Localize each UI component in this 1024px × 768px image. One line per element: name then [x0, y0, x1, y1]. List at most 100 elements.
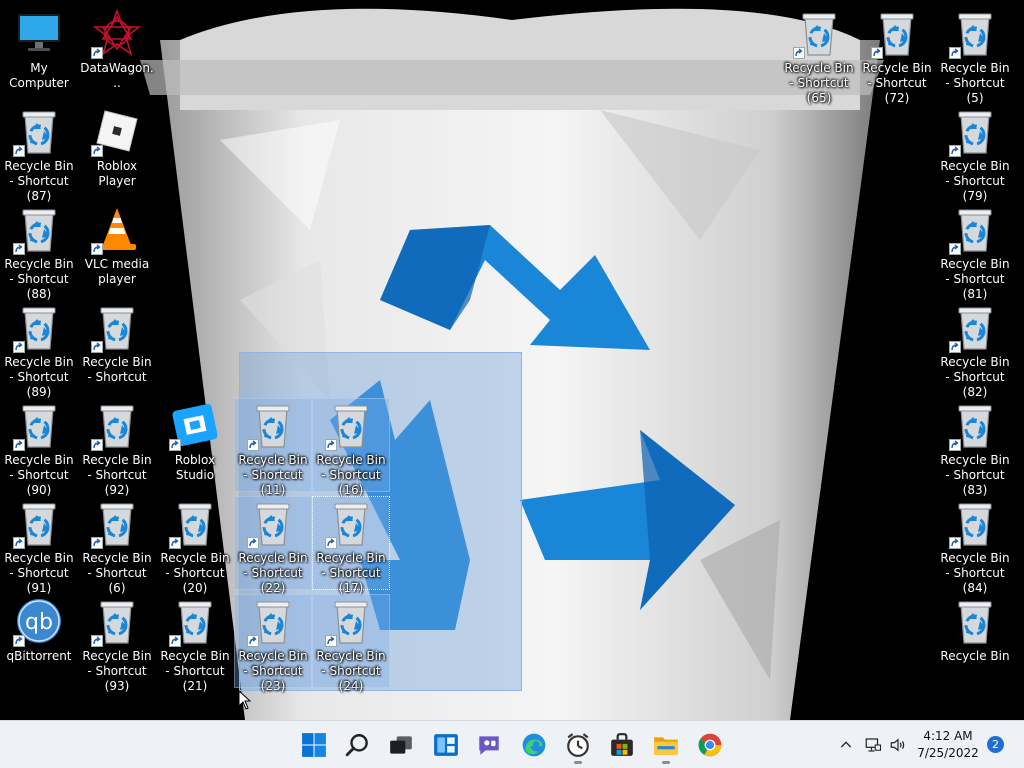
recycle-bin-icon	[949, 401, 999, 451]
svg-text:qb: qb	[25, 610, 53, 635]
task-view-button[interactable]	[381, 725, 421, 765]
recycle-bin-icon	[793, 9, 843, 59]
recycle-bin-icon	[13, 107, 63, 157]
shortcut-arrow-icon	[325, 537, 337, 549]
chrome-button[interactable]	[690, 725, 730, 765]
desktop-icon-rb21[interactable]: Recycle Bin - Shortcut (21)	[157, 595, 233, 693]
desktop-icon-rb11[interactable]: Recycle Bin - Shortcut (11)	[234, 398, 312, 497]
search-button[interactable]	[338, 725, 378, 765]
desktop-icon-qbittorrent[interactable]: qb qBittorrent	[1, 595, 77, 687]
desktop-icon-rb22[interactable]: Recycle Bin - Shortcut (22)	[234, 496, 312, 595]
desktop-icon-datawagon[interactable]: DataWagon...	[79, 7, 155, 99]
recycle-bin-icon	[871, 9, 921, 59]
desktop-icon-roblox-studio[interactable]: Roblox Studio	[157, 399, 233, 491]
desktop-icon-rb24[interactable]: Recycle Bin - Shortcut (24)	[312, 594, 390, 693]
recycle-bin-icon	[91, 597, 141, 647]
running-indicator	[662, 761, 670, 764]
roblox-logo-icon	[91, 107, 141, 157]
system-clock[interactable]: 4:12 AM 7/25/2022	[908, 728, 988, 762]
datawagon-logo-icon	[91, 9, 141, 59]
desktop-icon-rb20[interactable]: Recycle Bin - Shortcut (20)	[157, 497, 233, 595]
desktop-icon-rb83[interactable]: Recycle Bin - Shortcut (83)	[937, 399, 1013, 497]
widgets-icon	[434, 734, 458, 756]
desktop-icon-label: qBittorrent	[6, 649, 72, 663]
shortcut-arrow-icon	[325, 439, 337, 451]
desktop-icon-rb89[interactable]: Recycle Bin - Shortcut (89)	[1, 301, 77, 399]
desktop-icon-rb5[interactable]: Recycle Bin - Shortcut (5)	[937, 7, 1013, 105]
start-button[interactable]	[294, 725, 334, 765]
desktop-icon-label: Recycle Bin - Shortcut (82)	[940, 355, 1010, 399]
desktop-icon-label: Recycle Bin - Shortcut (24)	[316, 649, 386, 693]
desktop-icon-rb88[interactable]: Recycle Bin - Shortcut (88)	[1, 203, 77, 301]
desktop-icon-rb87[interactable]: Recycle Bin - Shortcut (87)	[1, 105, 77, 203]
desktop-icon-label: Recycle Bin - Shortcut (72)	[862, 61, 932, 105]
desktop-icon-rb84[interactable]: Recycle Bin - Shortcut (84)	[937, 497, 1013, 595]
volume-button[interactable]	[886, 733, 910, 757]
desktop-icon-roblox-player[interactable]: Roblox Player	[79, 105, 155, 197]
recycle-bin-icon	[169, 499, 219, 549]
desktop-icon-rb91[interactable]: Recycle Bin - Shortcut (91)	[1, 497, 77, 595]
shortcut-arrow-icon	[949, 439, 961, 451]
desktop-icon-vlc[interactable]: VLC media player	[79, 203, 155, 295]
desktop-icon-label: Recycle Bin - Shortcut (21)	[160, 649, 230, 693]
recycle-bin-icon	[325, 401, 375, 451]
desktop-icon-label: Recycle Bin - Shortcut (6)	[82, 551, 152, 595]
desktop-icon-label: Recycle Bin - Shortcut (90)	[4, 453, 74, 497]
widgets-button[interactable]	[426, 725, 466, 765]
shortcut-arrow-icon	[325, 635, 337, 647]
desktop[interactable]: My Computer DataWagon... Recycle Bin - Sho…	[0, 0, 1024, 720]
desktop-icon-rb23[interactable]: Recycle Bin - Shortcut (23)	[234, 594, 312, 693]
desktop-icon-recycle-bin[interactable]: Recycle Bin	[937, 595, 1013, 687]
desktop-icon-rb17[interactable]: Recycle Bin - Shortcut (17)	[312, 496, 390, 595]
shortcut-arrow-icon	[91, 439, 103, 451]
desktop-icon-rb65[interactable]: Recycle Bin - Shortcut (65)	[781, 7, 857, 105]
network-button[interactable]	[861, 733, 885, 757]
clock-time: 4:12 AM	[923, 729, 973, 743]
desktop-icon-label: Recycle Bin - Shortcut (91)	[4, 551, 74, 595]
desktop-icon-label: Recycle Bin - Shortcut (11)	[238, 453, 308, 497]
clock-app-button[interactable]	[558, 725, 598, 765]
edge-button[interactable]	[514, 725, 554, 765]
shortcut-arrow-icon	[91, 635, 103, 647]
shortcut-arrow-icon	[91, 243, 103, 255]
running-indicator	[574, 761, 582, 764]
desktop-icon-label: Recycle Bin - Shortcut (65)	[784, 61, 854, 105]
vlc-cone-icon	[91, 205, 141, 255]
desktop-icon-label: Recycle Bin - Shortcut (87)	[4, 159, 74, 203]
network-icon	[865, 738, 882, 752]
desktop-icon-rb79[interactable]: Recycle Bin - Shortcut (79)	[937, 105, 1013, 203]
shortcut-arrow-icon	[91, 341, 103, 353]
shortcut-arrow-icon	[13, 341, 25, 353]
desktop-icon-rb16[interactable]: Recycle Bin - Shortcut (16)	[312, 398, 390, 497]
desktop-icon-my-computer[interactable]: My Computer	[1, 7, 77, 99]
recycle-bin-icon	[949, 9, 999, 59]
file-explorer-button[interactable]	[646, 725, 686, 765]
desktop-icon-rb72[interactable]: Recycle Bin - Shortcut (72)	[859, 7, 935, 105]
shortcut-arrow-icon	[949, 145, 961, 157]
show-hidden-icons-button[interactable]	[834, 733, 858, 757]
desktop-icon-rb82[interactable]: Recycle Bin - Shortcut (82)	[937, 301, 1013, 399]
taskbar: 4:12 AM 7/25/2022 2	[0, 720, 1024, 768]
desktop-icon-rb90[interactable]: Recycle Bin - Shortcut (90)	[1, 399, 77, 497]
shortcut-arrow-icon	[91, 47, 103, 59]
desktop-icon-rb81[interactable]: Recycle Bin - Shortcut (81)	[937, 203, 1013, 301]
recycle-bin-icon	[13, 499, 63, 549]
shortcut-arrow-icon	[247, 439, 259, 451]
desktop-icon-label: Recycle Bin - Shortcut (81)	[940, 257, 1010, 301]
chat-button[interactable]	[469, 725, 509, 765]
desktop-icon-rbs[interactable]: Recycle Bin - Shortcut	[79, 301, 155, 393]
desktop-icon-rb93[interactable]: Recycle Bin - Shortcut (93)	[79, 595, 155, 693]
desktop-icon-label: Recycle Bin - Shortcut (23)	[238, 649, 308, 693]
shortcut-arrow-icon	[169, 635, 181, 647]
desktop-icon-label: Recycle Bin - Shortcut	[82, 355, 152, 384]
shortcut-arrow-icon	[247, 537, 259, 549]
store-button[interactable]	[602, 725, 642, 765]
desktop-icon-rb92[interactable]: Recycle Bin - Shortcut (92)	[79, 399, 155, 497]
shortcut-arrow-icon	[949, 537, 961, 549]
notification-badge[interactable]: 2	[987, 736, 1004, 753]
desktop-icon-label: Recycle Bin - Shortcut (79)	[940, 159, 1010, 203]
desktop-icon-label: Recycle Bin - Shortcut (93)	[82, 649, 152, 693]
desktop-icon-label: Recycle Bin	[940, 649, 1010, 663]
recycle-bin-icon	[91, 303, 141, 353]
desktop-icon-rb6[interactable]: Recycle Bin - Shortcut (6)	[79, 497, 155, 595]
